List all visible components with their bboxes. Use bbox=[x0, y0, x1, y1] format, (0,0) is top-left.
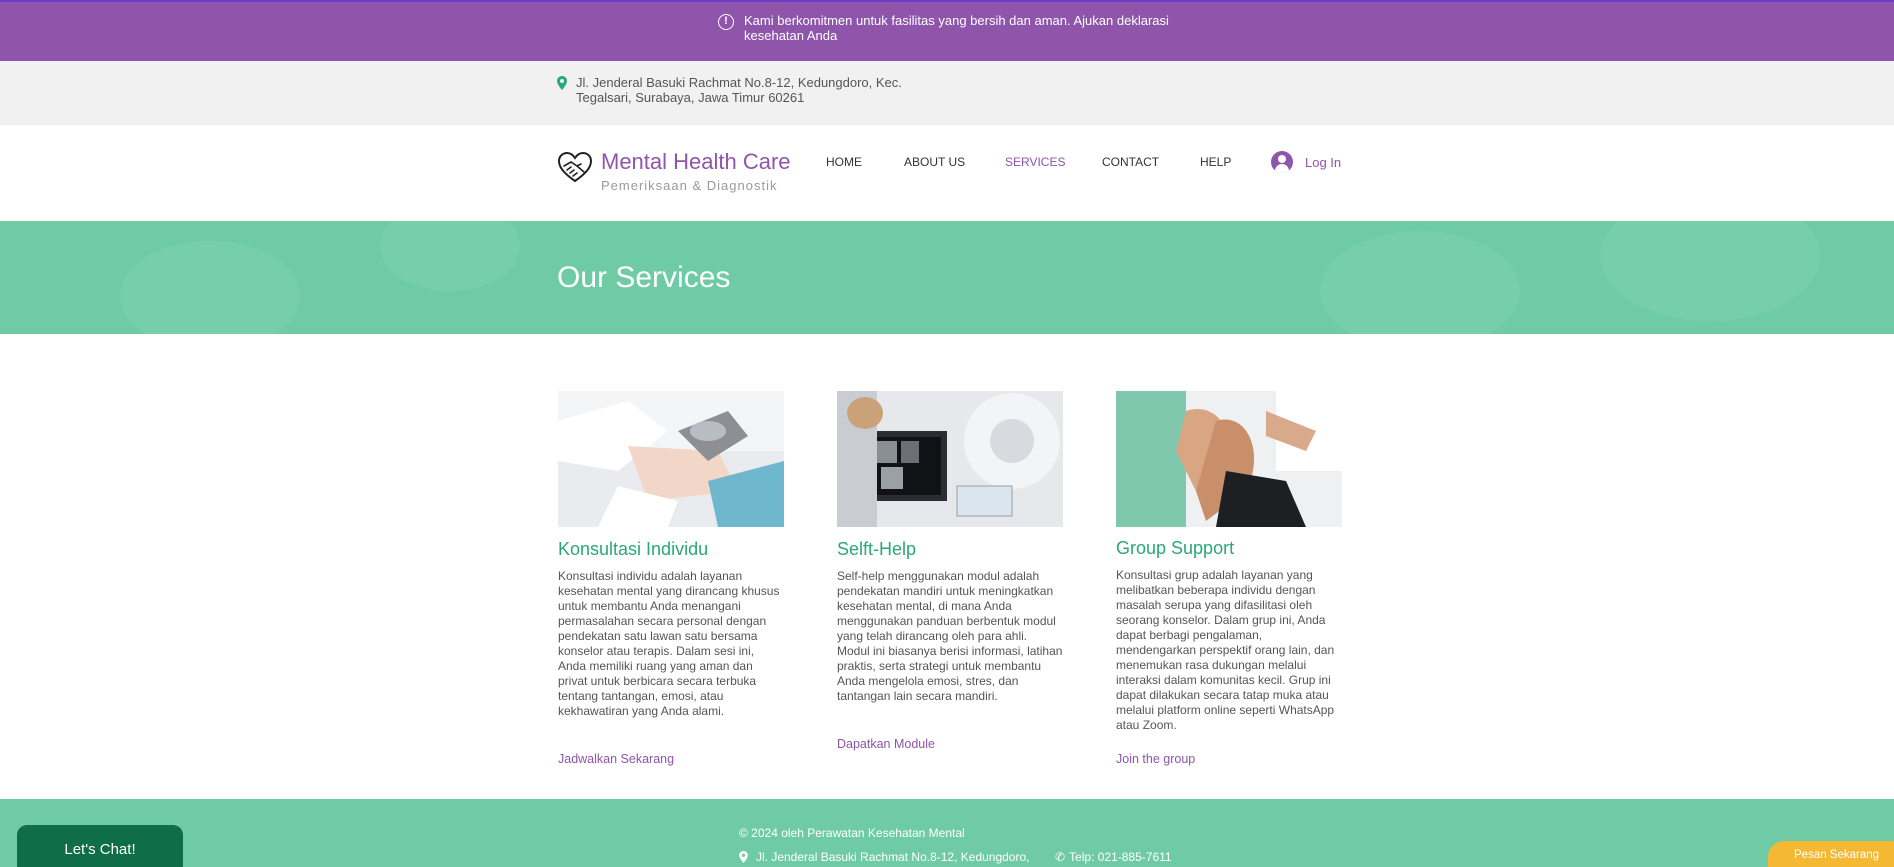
service-card-individual: Konsultasi Individu Konsultasi individu … bbox=[558, 391, 784, 766]
service-text-self-help: Self-help menggunakan modul adalah pende… bbox=[837, 569, 1063, 703]
login-label: Log In bbox=[1305, 154, 1342, 170]
location-pin-icon bbox=[739, 851, 748, 863]
site-footer: © 2024 oleh Perawatan Kesehatan Mental J… bbox=[0, 799, 1894, 867]
phone-icon: ✆ bbox=[1055, 850, 1066, 864]
nav-services[interactable]: SERVICES bbox=[1005, 155, 1065, 169]
nav-about-us[interactable]: ABOUT US bbox=[904, 155, 965, 169]
alert-circle-icon: ! bbox=[718, 14, 734, 30]
chat-widget-button[interactable]: Let's Chat! bbox=[17, 825, 183, 867]
user-avatar-icon bbox=[1271, 151, 1293, 173]
brand-subtitle: Pemeriksaan & Diagnostik bbox=[601, 178, 778, 193]
chat-label: Let's Chat! bbox=[64, 841, 136, 858]
announcement-banner: ! Kami berkomitmen untuk fasilitas yang … bbox=[0, 0, 1894, 61]
footer-address: Jl. Jenderal Basuki Rachmat No.8-12, Ked… bbox=[739, 850, 1030, 864]
copyright-text: © 2024 oleh Perawatan Kesehatan Mental bbox=[739, 826, 965, 840]
address-strip: Jl. Jenderal Basuki Rachmat No.8-12, Ked… bbox=[0, 61, 1894, 125]
footer-phone: ✆ Telp: 021-885-7611 bbox=[1055, 850, 1172, 864]
nav-contact[interactable]: CONTACT bbox=[1102, 155, 1159, 169]
location-pin-icon bbox=[557, 76, 567, 90]
join-group-link[interactable]: Join the group bbox=[1116, 752, 1195, 766]
order-now-label: Pesan Sekarang bbox=[1794, 849, 1880, 861]
page-title: Our Services bbox=[557, 261, 731, 294]
footer-address-text: Jl. Jenderal Basuki Rachmat No.8-12, Ked… bbox=[756, 850, 1030, 864]
heart-hands-icon[interactable] bbox=[557, 150, 593, 186]
address-text: Jl. Jenderal Basuki Rachmat No.8-12, Ked… bbox=[576, 75, 902, 105]
service-image-group-support bbox=[1116, 391, 1342, 527]
service-title-group-support: Group Support bbox=[1116, 538, 1235, 558]
nav-home[interactable]: HOME bbox=[826, 155, 862, 169]
service-text-individual: Konsultasi individu adalah layanan keseh… bbox=[558, 569, 780, 718]
order-now-button[interactable]: Pesan Sekarang bbox=[1768, 841, 1894, 867]
service-card-self-help: Selft-Help Self-help menggunakan modul a… bbox=[837, 391, 1063, 751]
service-text-group-support: Konsultasi grup adalah layanan yang meli… bbox=[1116, 568, 1335, 732]
schedule-now-link[interactable]: Jadwalkan Sekarang bbox=[558, 752, 674, 766]
service-title-self-help: Selft-Help bbox=[837, 539, 917, 559]
service-title-individual: Konsultasi Individu bbox=[558, 539, 709, 559]
get-module-link[interactable]: Dapatkan Module bbox=[837, 737, 935, 751]
site-header: Mental Health Care Pemeriksaan & Diagnos… bbox=[0, 125, 1894, 221]
service-image-individual bbox=[558, 391, 784, 527]
service-image-self-help bbox=[837, 391, 1063, 527]
nav-help[interactable]: HELP bbox=[1200, 155, 1231, 169]
brand-title[interactable]: Mental Health Care bbox=[601, 149, 791, 175]
footer-phone-text[interactable]: Telp: 021-885-7611 bbox=[1069, 850, 1172, 864]
hero-section: Our Services bbox=[0, 221, 1894, 334]
login-button[interactable]: Log In bbox=[1271, 151, 1341, 173]
banner-text[interactable]: Kami berkomitmen untuk fasilitas yang be… bbox=[744, 13, 1184, 43]
service-card-group-support: Group Support Konsultasi grup adalah lay… bbox=[1116, 391, 1342, 766]
